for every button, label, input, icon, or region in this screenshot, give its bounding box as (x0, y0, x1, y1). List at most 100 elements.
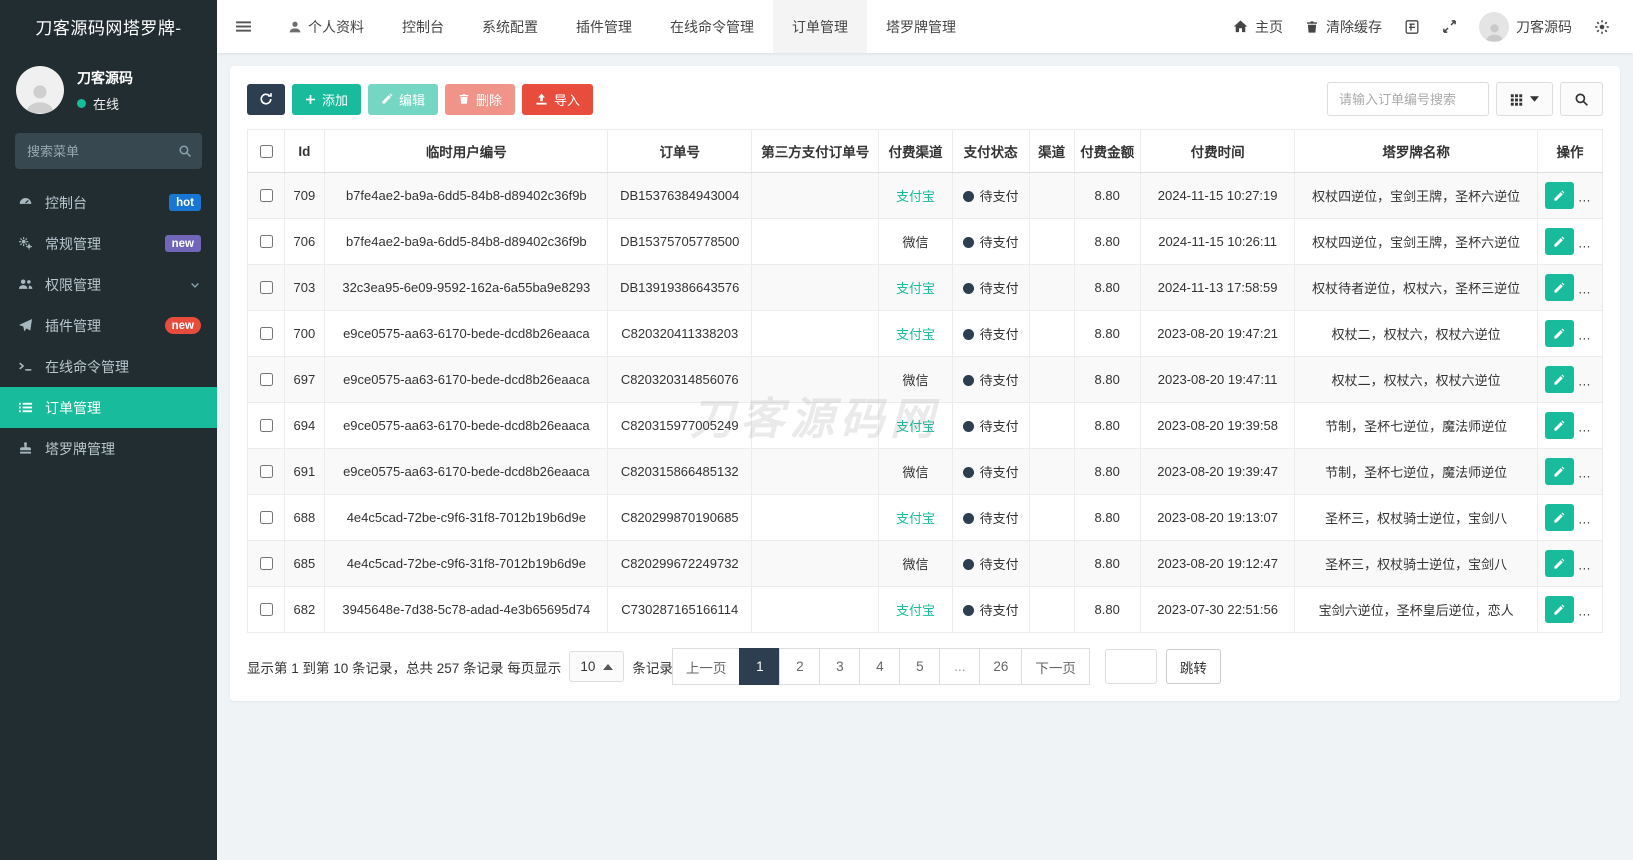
jump-page-input[interactable] (1104, 649, 1157, 684)
row-edit-button[interactable] (1544, 228, 1574, 255)
column-header-3[interactable]: 第三方支付订单号 (751, 129, 880, 173)
cell-order-no: C820299870190685 (607, 494, 753, 541)
row-checkbox[interactable] (259, 419, 273, 432)
tab-command[interactable]: 在线命令管理 (651, 0, 773, 53)
column-header-8[interactable]: 付费时间 (1139, 129, 1296, 173)
import-button[interactable]: 导入 (522, 83, 594, 115)
user-menu[interactable]: 刀客源码 (1468, 0, 1583, 53)
row-checkbox[interactable] (259, 465, 273, 478)
add-button[interactable]: 添加 (292, 83, 362, 115)
row-edit-button[interactable] (1544, 182, 1574, 209)
page-button-2[interactable]: 2 (779, 648, 821, 685)
cell-operations (1536, 310, 1604, 357)
tab-dashboard[interactable]: 控制台 (383, 0, 463, 53)
delete-button[interactable]: 删除 (445, 83, 516, 115)
row-checkbox[interactable] (259, 327, 273, 340)
status-dot (962, 329, 974, 340)
language-switch[interactable] (1393, 0, 1431, 53)
column-header-6[interactable]: 渠道 (1028, 129, 1075, 173)
cell-channel (1028, 218, 1075, 265)
sidebar-item-console[interactable]: 控制台 hot (0, 182, 217, 223)
sidebar-item-auth[interactable]: 权限管理 (0, 264, 217, 305)
column-header-5[interactable]: 支付状态 (951, 129, 1030, 173)
row-edit-button[interactable] (1544, 320, 1574, 347)
cell-tarot-names: 节制，圣杯七逆位，魔法师逆位 (1294, 402, 1538, 449)
page-button-4[interactable]: 4 (859, 648, 901, 685)
column-header-4[interactable]: 付费渠道 (878, 129, 953, 173)
cell-pay-status: 待支付 (951, 172, 1030, 219)
fullscreen-toggle[interactable] (1431, 0, 1468, 53)
page-button-5[interactable]: 5 (899, 648, 941, 685)
cell-tarot-names: 圣杯三，权杖骑士逆位，宝剑八 (1294, 540, 1538, 587)
row-select-cell (247, 356, 285, 403)
row-edit-button[interactable] (1544, 458, 1574, 485)
column-header-0[interactable]: Id (283, 129, 326, 173)
row-edit-button[interactable] (1544, 412, 1574, 439)
row-edit-button[interactable] (1544, 504, 1574, 531)
page-button-26[interactable]: 26 (979, 648, 1023, 685)
row-checkbox[interactable] (259, 235, 273, 248)
edit-button[interactable]: 编辑 (368, 83, 439, 115)
row-edit-button[interactable] (1544, 550, 1574, 577)
page-button-3[interactable]: 3 (819, 648, 861, 685)
tab-tarot[interactable]: 塔罗牌管理 (867, 0, 975, 53)
cell-pay-status: 待支付 (951, 448, 1030, 495)
page-next-button[interactable]: 下一页 (1021, 648, 1090, 685)
sidebar-item-command[interactable]: 在线命令管理 (0, 346, 217, 387)
select-all-checkbox[interactable] (259, 144, 273, 158)
page-prev-button[interactable]: 上一页 (671, 648, 741, 685)
search-submit-button[interactable] (1560, 82, 1603, 116)
cell-pay-time: 2023-08-20 19:12:47 (1139, 540, 1296, 587)
tab-order[interactable]: 订单管理 (773, 0, 867, 53)
row-edit-button[interactable] (1544, 596, 1574, 623)
menu-search-input[interactable] (15, 133, 202, 169)
settings-menu[interactable] (1583, 0, 1621, 53)
row-edit-button[interactable] (1544, 274, 1574, 301)
cell-pay-time: 2023-08-20 19:39:58 (1139, 402, 1296, 449)
row-checkbox[interactable] (259, 511, 273, 524)
row-checkbox[interactable] (259, 603, 273, 616)
row-checkbox[interactable] (259, 373, 273, 386)
tab-config[interactable]: 系统配置 (463, 0, 557, 53)
page-size-select[interactable]: 10 (569, 651, 625, 682)
jump-button[interactable]: 跳转 (1165, 649, 1221, 684)
status-dot (962, 513, 974, 524)
column-header-1[interactable]: 临时用户编号 (324, 129, 609, 173)
sidebar-item-label: 常规管理 (45, 235, 101, 252)
row-edit-button[interactable] (1544, 366, 1574, 393)
column-header-10[interactable]: 操作 (1536, 129, 1604, 173)
clear-cache-link[interactable]: 清除缓存 (1294, 0, 1393, 53)
status-dot (962, 191, 974, 202)
row-checkbox[interactable] (259, 557, 273, 570)
tab-profile[interactable]: 个人资料 (269, 0, 383, 53)
home-link[interactable]: 主页 (1222, 0, 1294, 53)
sidebar-item-general[interactable]: 常规管理 new (0, 223, 217, 264)
page-button-...[interactable]: ... (939, 648, 981, 685)
row-checkbox[interactable] (259, 281, 273, 294)
order-search-input[interactable] (1327, 82, 1489, 116)
sidebar-toggle-button[interactable] (217, 0, 269, 53)
sidebar-item-tarot[interactable]: 塔罗牌管理 (0, 428, 217, 469)
tab-addon[interactable]: 插件管理 (557, 0, 651, 53)
column-header-2[interactable]: 订单号 (607, 129, 753, 173)
cell-pay-channel: 微信 (878, 540, 953, 587)
cell-id: 697 (283, 356, 326, 403)
cell-third-party-no (751, 310, 880, 357)
top-tabs: 个人资料 控制台 系统配置 插件管理 在线命令管理 订单管理 塔罗牌管理 (269, 0, 975, 53)
cell-amount: 8.80 (1073, 172, 1141, 219)
cell-user-no: 3945648e-7d38-5c78-adad-4e3b65695d74 (324, 586, 609, 633)
status-dot (962, 559, 974, 570)
cell-amount: 8.80 (1073, 218, 1141, 265)
columns-toggle-button[interactable] (1496, 82, 1553, 116)
row-checkbox[interactable] (259, 189, 273, 202)
column-header-9[interactable]: 塔罗牌名称 (1294, 129, 1538, 173)
page-button-1[interactable]: 1 (739, 648, 781, 685)
column-header-7[interactable]: 付费金额 (1073, 129, 1141, 173)
refresh-button[interactable] (247, 83, 285, 115)
sidebar-item-addon[interactable]: 插件管理 new (0, 305, 217, 346)
plus-icon (305, 94, 316, 105)
sidebar-item-order[interactable]: 订单管理 (0, 387, 217, 428)
home-label: 主页 (1255, 18, 1283, 35)
cell-user-no: b7fe4ae2-ba9a-6dd5-84b8-d89402c36f9b (324, 172, 609, 219)
dashboard-icon (16, 195, 35, 210)
